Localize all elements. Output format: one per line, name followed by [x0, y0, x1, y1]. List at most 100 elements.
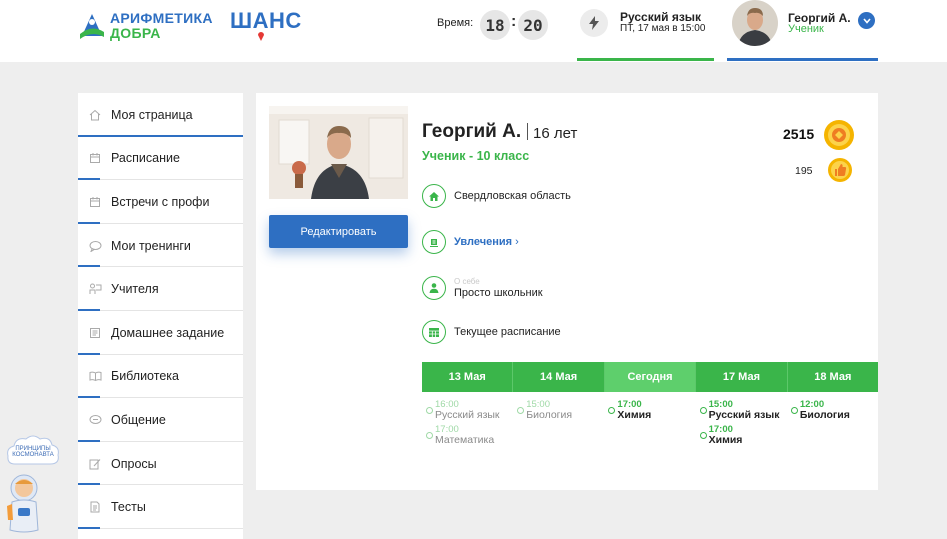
- arifmetika-dobra-logo[interactable]: АРИФМЕТИКА ДОБРА: [78, 8, 212, 44]
- status-dot: [517, 407, 525, 414]
- speech-bubble-icon: [88, 239, 102, 253]
- schedule-slot[interactable]: 16:00 Русский язык: [426, 400, 513, 420]
- user-menu[interactable]: Георгий А. Ученик: [727, 0, 878, 62]
- profile-age: 16 лет: [527, 123, 577, 142]
- calendar-icon: [88, 151, 102, 165]
- sidebar-item-label: Моя страница: [111, 107, 193, 122]
- chevron-right-icon: ›: [515, 236, 519, 248]
- slot-subject: Математика: [435, 434, 495, 446]
- schedule-column: 17:00 Химия: [604, 400, 695, 450]
- sidebar-item-tests[interactable]: Тесты: [78, 485, 243, 529]
- status-dot: [426, 432, 433, 439]
- status-dot: [699, 432, 707, 439]
- teacher-icon: [88, 282, 102, 296]
- top-header: АРИФМЕТИКА ДОБРА ШАНС Время: 18 : 20 Рус…: [0, 0, 947, 62]
- schedule-column: 16:00 Русский язык 17:00 Математика: [422, 400, 513, 450]
- status-dot: [426, 407, 433, 414]
- time-colon: :: [511, 13, 517, 30]
- sidebar-item-library[interactable]: Библиотека: [78, 355, 243, 399]
- slot-subject: Химия: [617, 409, 652, 421]
- calendar-icon: [88, 195, 102, 209]
- avatar[interactable]: [732, 0, 778, 46]
- user-role: Ученик: [788, 23, 824, 35]
- hobbies-link-label: Увлечения: [454, 236, 513, 248]
- sidebar-item-meetings[interactable]: Встречи с профи: [78, 180, 243, 224]
- schedule-day[interactable]: 18 Мая: [786, 362, 879, 392]
- home-icon: [88, 108, 102, 122]
- sidebar-item-label: Мои тренинги: [111, 238, 191, 253]
- hobby-icon: [422, 230, 446, 254]
- lightning-icon: [580, 9, 608, 37]
- status-dot: [790, 407, 798, 414]
- sidebar-item-label: Расписание: [111, 151, 180, 166]
- shans-logo-text: ШАНС: [230, 8, 302, 33]
- user-underline: [727, 58, 878, 61]
- schedule-header: 13 Мая 14 Мая Сегодня 17 Мая 18 Мая: [422, 362, 879, 392]
- sidebar-item-label: Тесты: [111, 500, 146, 515]
- thought-cloud: ПРИНЦИПЫ КОСМОНАВТА: [5, 434, 61, 470]
- slot-subject: Биология: [526, 409, 573, 421]
- thumbs-up-medal-icon: [828, 158, 852, 182]
- schedule-slot[interactable]: 17:00 Математика: [426, 425, 513, 445]
- profile-grade: Ученик - 10 класс: [422, 149, 530, 163]
- slot-subject: Химия: [708, 434, 743, 446]
- schedule-slot[interactable]: 17:00 Химия: [699, 425, 787, 446]
- next-lesson-widget[interactable]: Русский язык ПТ, 17 мая в 15:00: [577, 0, 714, 62]
- profile-photo: [269, 106, 408, 199]
- schedule-column: 15:00 Биология: [513, 400, 604, 450]
- chevron-down-icon[interactable]: [858, 12, 875, 29]
- homework-icon: [88, 326, 102, 340]
- slot-subject: Биология: [799, 409, 850, 421]
- schedule-day[interactable]: 17 Мая: [695, 362, 787, 392]
- sidebar-item-my-page[interactable]: Моя страница: [78, 93, 243, 137]
- pin-icon: [258, 32, 264, 41]
- logo-line-2: ДОБРА: [110, 25, 161, 41]
- time-hours: 18: [480, 10, 510, 40]
- schedule-slot[interactable]: 12:00 Биология: [790, 400, 878, 421]
- schedule-slot[interactable]: 15:00 Русский язык: [699, 400, 787, 421]
- sidebar-item-label: Библиотека: [111, 369, 179, 384]
- gold-medal-icon: [824, 120, 854, 150]
- score-main: 2515: [783, 126, 815, 142]
- schedule-day[interactable]: 14 Мая: [512, 362, 604, 392]
- document-icon: [88, 500, 102, 514]
- book-icon: [88, 369, 102, 383]
- sidebar-item-label: Опросы: [111, 456, 157, 471]
- schedule-columns: 16:00 Русский язык 17:00 Математика 15:0…: [422, 400, 878, 450]
- sidebar-item-surveys[interactable]: Опросы: [78, 442, 243, 486]
- hobbies-link[interactable]: Увлечения ›: [454, 236, 519, 248]
- sidebar-item-schedule[interactable]: Расписание: [78, 137, 243, 181]
- slot-subject: Русский язык: [435, 409, 500, 421]
- cosmonaut-icon: [7, 474, 39, 533]
- schedule-day[interactable]: 13 Мая: [422, 362, 513, 392]
- sidebar-item-teachers[interactable]: Учителя: [78, 267, 243, 311]
- sidebar-item-label: Встречи с профи: [111, 194, 210, 209]
- schedule-day-today[interactable]: Сегодня: [603, 362, 696, 392]
- about-text: Просто школьник: [454, 287, 543, 299]
- cosmonaut-mascot[interactable]: ПРИНЦИПЫ КОСМОНАВТА: [0, 430, 64, 539]
- home-icon: [422, 184, 446, 208]
- profile-name: Георгий А.: [422, 121, 522, 142]
- sidebar-item-label: Учителя: [111, 282, 159, 297]
- time-minutes: 20: [518, 10, 548, 40]
- sidebar-separator: [100, 527, 243, 529]
- sidebar-item-label: Общение: [111, 412, 166, 427]
- schedule-slot[interactable]: 15:00 Биология: [517, 400, 604, 420]
- score-secondary: 195: [795, 165, 813, 177]
- slot-subject: Русский язык: [708, 409, 780, 421]
- shans-logo[interactable]: ШАНС: [230, 8, 302, 44]
- sidebar-item-homework[interactable]: Домашнее задание: [78, 311, 243, 355]
- schedule-slot[interactable]: 17:00 Химия: [608, 400, 695, 420]
- current-schedule-label: Текущее расписание: [454, 326, 561, 338]
- chat-icon: [88, 413, 102, 427]
- sidebar-nav: Моя страница Расписание Встречи с профи …: [78, 93, 243, 539]
- person-icon: [422, 276, 446, 300]
- cloud-text: ПРИНЦИПЫ КОСМОНАВТА: [12, 446, 54, 458]
- next-lesson-underline: [577, 58, 714, 61]
- next-lesson-date: ПТ, 17 мая в 15:00: [620, 23, 706, 34]
- sidebar-item-trainings[interactable]: Мои тренинги: [78, 224, 243, 268]
- sidebar-item-chat[interactable]: Общение: [78, 398, 243, 442]
- edit-profile-button[interactable]: Редактировать: [269, 215, 408, 248]
- time-label: Время:: [437, 17, 474, 29]
- logo-line-1: АРИФМЕТИКА: [110, 10, 213, 26]
